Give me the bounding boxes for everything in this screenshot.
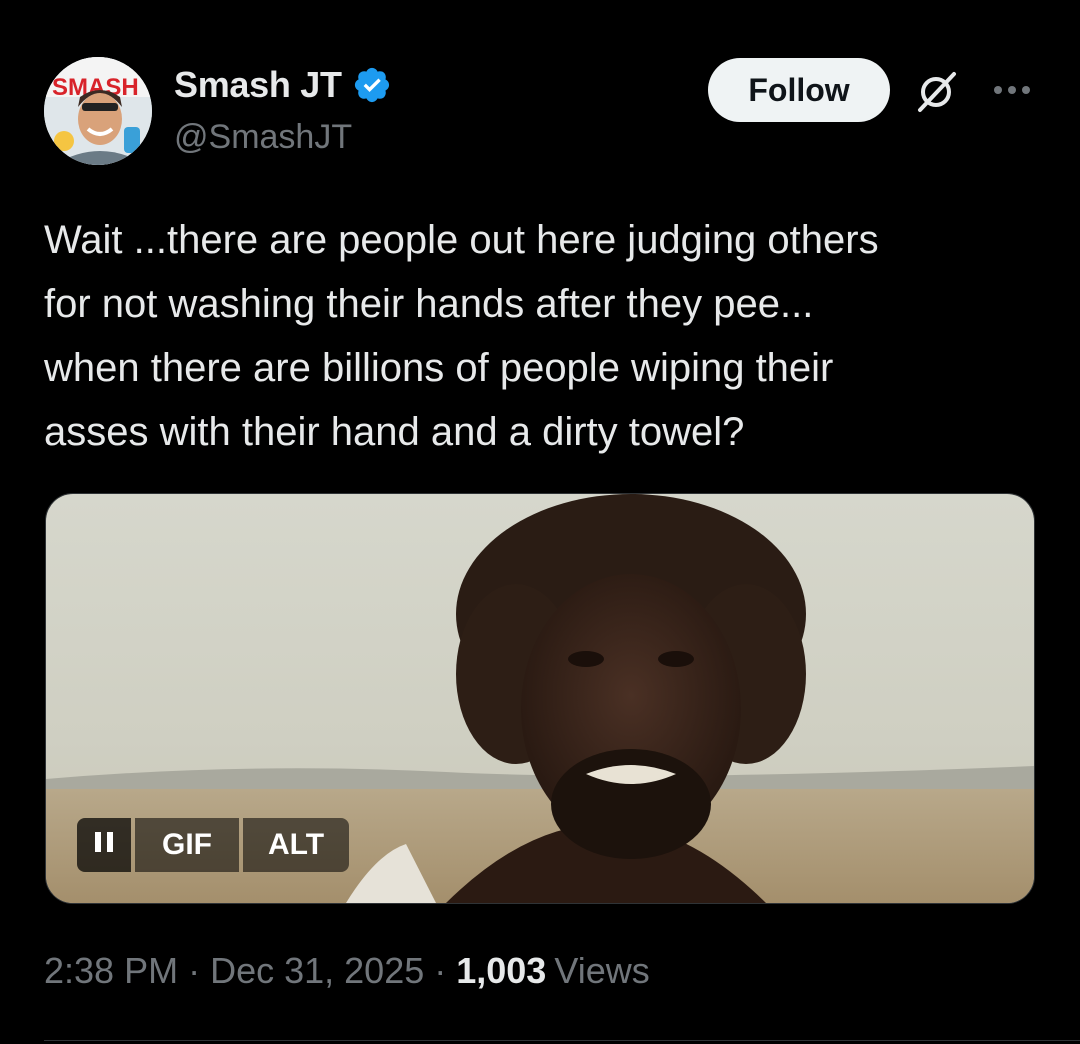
tweet-date[interactable]: Dec 31, 2025 xyxy=(210,950,424,992)
meta-separator: · xyxy=(188,950,201,991)
pause-button[interactable] xyxy=(77,818,131,872)
gif-badge: GIF xyxy=(135,818,239,872)
verified-badge-icon xyxy=(352,65,392,105)
views-count[interactable]: 1,003 xyxy=(456,950,546,992)
author-name[interactable]: Smash JT xyxy=(174,64,342,106)
media-controls: GIF ALT xyxy=(77,818,349,872)
meta-separator: · xyxy=(434,950,447,991)
author-handle[interactable]: @SmashJT xyxy=(174,118,352,157)
avatar[interactable]: SMASH xyxy=(44,57,152,165)
pause-icon xyxy=(93,828,115,862)
tweet-text: Wait ...there are people out here judgin… xyxy=(44,218,879,454)
divider xyxy=(44,1040,1080,1041)
follow-button[interactable]: Follow xyxy=(708,58,890,122)
alt-text-button[interactable]: ALT xyxy=(243,818,349,872)
grok-icon[interactable] xyxy=(914,70,958,114)
author-name-row[interactable]: Smash JT xyxy=(174,64,392,106)
more-options-icon[interactable] xyxy=(990,80,1034,100)
tweet-time[interactable]: 2:38 PM xyxy=(44,950,178,992)
views-label: Views xyxy=(554,950,650,991)
tweet-meta: 2:38 PM · Dec 31, 2025 · 1,003 Views xyxy=(44,950,650,992)
